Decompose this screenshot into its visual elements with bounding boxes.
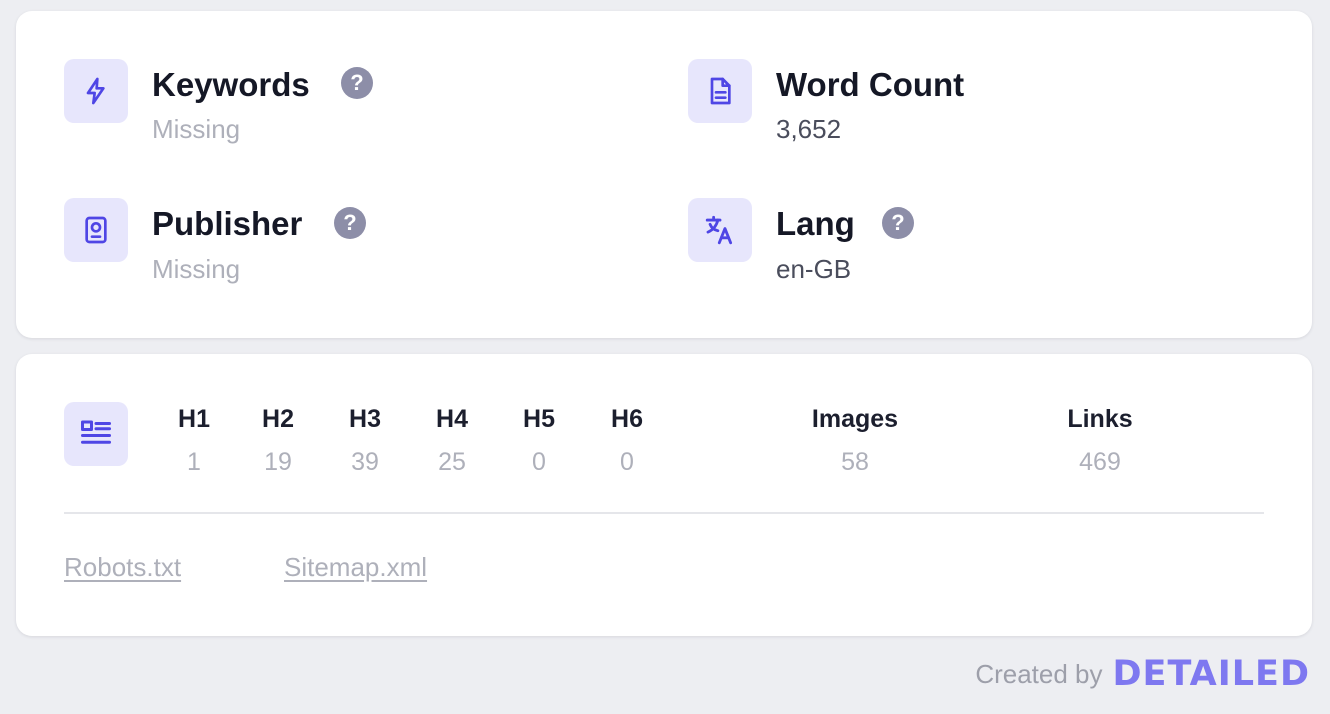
links-stat: Links 469 bbox=[1050, 404, 1150, 477]
keywords-icon-box bbox=[64, 59, 128, 123]
links-count: 469 bbox=[1079, 448, 1121, 476]
document-icon bbox=[710, 77, 731, 105]
keywords-title: Keywords bbox=[152, 66, 310, 103]
divider bbox=[64, 512, 1264, 514]
images-count: 58 bbox=[841, 448, 869, 476]
sitemap-xml-link[interactable]: Sitemap.xml bbox=[284, 552, 427, 583]
lightning-icon bbox=[86, 77, 105, 105]
lang-icon-box bbox=[688, 198, 752, 262]
heading-label: H5 bbox=[523, 405, 555, 433]
word-count-value: 3,652 bbox=[776, 114, 842, 144]
heading-count: 19 bbox=[264, 448, 292, 476]
publisher-icon-box bbox=[64, 198, 128, 262]
heading-stat-h5: H5 0 bbox=[512, 404, 566, 477]
links-label: Links bbox=[1067, 405, 1133, 433]
heading-stat-h2: H2 19 bbox=[251, 404, 305, 477]
word-count-icon-box bbox=[688, 59, 752, 123]
heading-count: 0 bbox=[620, 448, 634, 476]
created-by-text: Created by bbox=[975, 658, 1103, 689]
images-stat: Images 58 bbox=[795, 404, 915, 477]
contact-card-icon bbox=[85, 216, 107, 244]
heading-count: 39 bbox=[351, 448, 379, 476]
publisher-value: Missing bbox=[152, 254, 241, 284]
translate-icon bbox=[705, 215, 733, 245]
headings-icon-box bbox=[64, 402, 128, 466]
heading-count: 25 bbox=[438, 448, 466, 476]
stats-card: H1 1 H2 19 H3 39 H4 25 H5 0 H6 0 Images … bbox=[16, 354, 1312, 636]
heading-count: 1 bbox=[187, 448, 201, 476]
detailed-logo[interactable]: DETAILED bbox=[1113, 654, 1311, 694]
lang-title: Lang bbox=[776, 205, 855, 242]
heading-stat-h1: H1 1 bbox=[167, 404, 221, 477]
heading-stat-h4: H4 25 bbox=[425, 404, 479, 477]
publisher-help-icon[interactable]: ? bbox=[334, 207, 366, 239]
article-list-icon bbox=[81, 420, 111, 444]
word-count-title: Word Count bbox=[776, 66, 965, 103]
publisher-title: Publisher bbox=[152, 205, 303, 242]
heading-count: 0 bbox=[532, 448, 546, 476]
footer: Created by DETAILED bbox=[975, 654, 1310, 694]
heading-stat-h3: H3 39 bbox=[338, 404, 392, 477]
heading-label: H1 bbox=[178, 405, 210, 433]
heading-label: H6 bbox=[611, 405, 643, 433]
heading-label: H3 bbox=[349, 405, 381, 433]
meta-card: Keywords ? Missing Word Count 3,652 Publ… bbox=[16, 11, 1312, 338]
heading-label: H2 bbox=[262, 405, 294, 433]
keywords-value: Missing bbox=[152, 114, 241, 144]
heading-label: H4 bbox=[436, 405, 468, 433]
heading-stat-h6: H6 0 bbox=[600, 404, 654, 477]
lang-help-icon[interactable]: ? bbox=[882, 207, 914, 239]
images-label: Images bbox=[811, 405, 899, 433]
robots-txt-link[interactable]: Robots.txt bbox=[64, 552, 181, 583]
keywords-help-icon[interactable]: ? bbox=[341, 67, 373, 99]
lang-value: en-GB bbox=[776, 254, 852, 284]
